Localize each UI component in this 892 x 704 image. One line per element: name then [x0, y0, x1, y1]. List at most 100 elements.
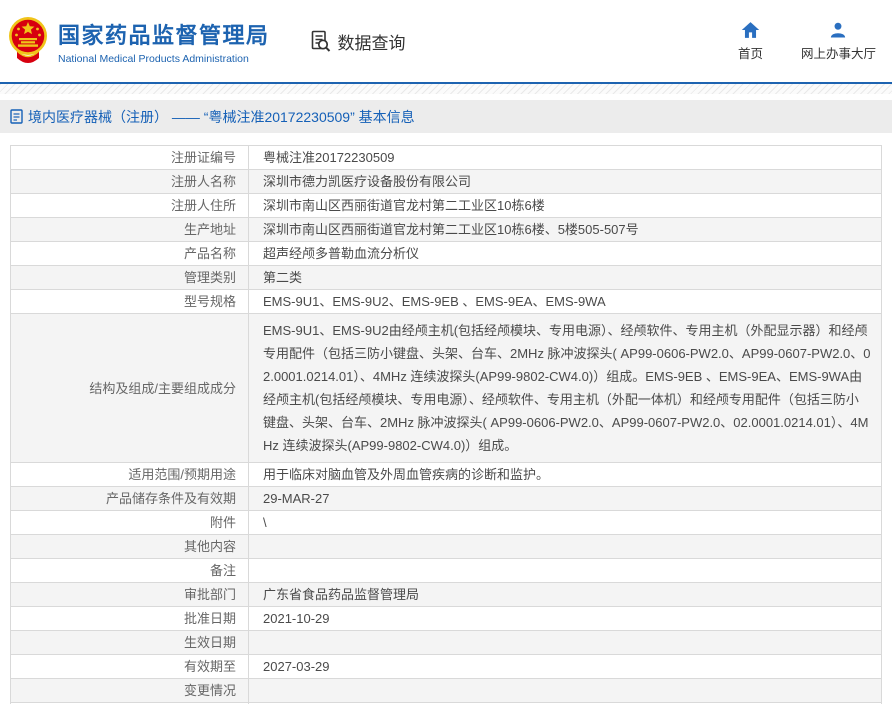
- table-row: 其他内容: [10, 534, 882, 559]
- breadcrumb-band: 境内医疗器械（注册） —— “粤械注准20172230509” 基本信息: [0, 100, 892, 133]
- row-value-text: 29-MAR-27: [263, 491, 330, 506]
- row-value: \: [248, 510, 882, 535]
- row-label-text: 管理类别: [183, 270, 236, 285]
- row-value-text: 粤械注准20172230509: [263, 150, 395, 165]
- row-label-text: 型号规格: [183, 294, 236, 309]
- row-label-text: 有效期至: [183, 659, 236, 674]
- row-label: 有效期至: [10, 654, 249, 679]
- table-row: 型号规格 EMS-9U1、EMS-9U2、EMS-9EB 、EMS-9EA、EMS…: [10, 289, 882, 314]
- row-label-text: 批准日期: [183, 611, 236, 626]
- table-row: 适用范围/预期用途 用于临床对脑血管及外周血管疾病的诊断和监护。: [10, 462, 882, 487]
- org-names: 国家药品监督管理局 National Medical Products Admi…: [58, 18, 270, 65]
- national-emblem-logo: [9, 17, 47, 63]
- row-value-text: EMS-9U1、EMS-9U2由经颅主机(包括经颅模块、专用电源）、经颅软件、专…: [263, 323, 871, 453]
- data-query-label: 数据查询: [337, 33, 406, 53]
- row-label: 注册人名称: [10, 169, 249, 194]
- row-label: 产品名称: [10, 241, 249, 266]
- row-value-text: 深圳市德力凯医疗设备股份有限公司: [263, 174, 472, 189]
- table-row: 结构及组成/主要组成成分 EMS-9U1、EMS-9U2由经颅主机(包括经颅模块、…: [10, 313, 882, 463]
- row-value-text: EMS-9U1、EMS-9U2、EMS-9EB 、EMS-9EA、EMS-9WA: [263, 294, 606, 309]
- table-row: 管理类别 第二类: [10, 265, 882, 290]
- row-value: 超声经颅多普勒血流分析仪: [248, 241, 882, 266]
- row-label: 结构及组成/主要组成成分: [10, 313, 249, 463]
- row-label-text: 产品储存条件及有效期: [105, 491, 236, 506]
- row-value-text: 2027-03-29: [263, 659, 330, 674]
- data-query-entry[interactable]: 数据查询: [308, 29, 406, 54]
- row-label-text: 审批部门: [183, 587, 236, 602]
- row-value: 2027-03-29: [248, 654, 882, 679]
- row-label-text: 附件: [209, 515, 236, 530]
- row-value: 29-MAR-27: [248, 486, 882, 511]
- row-label: 型号规格: [10, 289, 249, 314]
- document-icon: [10, 109, 23, 124]
- row-value: EMS-9U1、EMS-9U2由经颅主机(包括经颅模块、专用电源）、经颅软件、专…: [248, 313, 882, 463]
- row-value: 深圳市南山区西丽街道官龙村第二工业区10栋6楼: [248, 193, 882, 218]
- row-value: 用于临床对脑血管及外周血管疾病的诊断和监护。: [248, 462, 882, 487]
- row-label-text: 生产地址: [183, 222, 236, 237]
- row-label: 批准日期: [10, 606, 249, 631]
- row-value-text: 超声经颅多普勒血流分析仪: [263, 246, 420, 261]
- table-row: 注册人住所 深圳市南山区西丽街道官龙村第二工业区10栋6楼: [10, 193, 882, 218]
- row-label: 变更情况: [10, 678, 249, 703]
- user-icon: [831, 22, 846, 37]
- row-value: 深圳市南山区西丽街道官龙村第二工业区10栋6楼、5楼505-507号: [248, 217, 882, 242]
- row-label-text: 其他内容: [183, 539, 236, 554]
- nav-label: 首页: [737, 46, 763, 61]
- row-label: 适用范围/预期用途: [10, 462, 249, 487]
- row-label-text: 注册人名称: [170, 174, 236, 189]
- table-row: 附件 \: [10, 510, 882, 535]
- row-value: EMS-9U1、EMS-9U2、EMS-9EB 、EMS-9EA、EMS-9WA: [248, 289, 882, 314]
- row-label: 备注: [10, 558, 249, 583]
- home-icon: [741, 21, 760, 38]
- row-value: [248, 534, 882, 559]
- table-row: 审批部门 广东省食品药品监督管理局: [10, 582, 882, 607]
- row-value-text: 2021-10-29: [263, 611, 330, 626]
- row-value-text: 第二类: [263, 270, 303, 285]
- header-nav: 首页 网上办事大厅: [738, 21, 876, 62]
- table-row: 有效期至 2027-03-29: [10, 654, 882, 679]
- table-row: 产品名称 超声经颅多普勒血流分析仪: [10, 241, 882, 266]
- row-value: 粤械注准20172230509: [248, 145, 882, 170]
- row-label: 管理类别: [10, 265, 249, 290]
- row-label-text: 注册证编号: [170, 150, 236, 165]
- row-label: 其他内容: [10, 534, 249, 559]
- registration-info-table: 注册证编号 粤械注准20172230509 注册人名称 深圳市德力凯医疗设备股份有限公…: [10, 145, 882, 704]
- row-value: [248, 630, 882, 655]
- page-title: 境内医疗器械（注册） —— “粤械注准20172230509” 基本信息: [28, 108, 415, 125]
- row-value-text: 深圳市南山区西丽街道官龙村第二工业区10栋6楼: [263, 198, 545, 213]
- nav-item-home[interactable]: 首页: [738, 21, 763, 62]
- nav-item-service-hall[interactable]: 网上办事大厅: [801, 21, 876, 62]
- row-value: 广东省食品药品监督管理局: [248, 582, 882, 607]
- org-name-cn: 国家药品监督管理局: [58, 22, 270, 48]
- table-row: 注册证编号 粤械注准20172230509: [10, 145, 882, 170]
- row-label-text: 产品名称: [183, 246, 236, 261]
- row-value-text: 用于临床对脑血管及外周血管疾病的诊断和监护。: [263, 467, 550, 482]
- row-label: 生产地址: [10, 217, 249, 242]
- row-label: 产品储存条件及有效期: [10, 486, 249, 511]
- nav-label: 网上办事大厅: [800, 46, 876, 61]
- table-row: 注册人名称 深圳市德力凯医疗设备股份有限公司: [10, 169, 882, 194]
- row-label: 注册证编号: [10, 145, 249, 170]
- row-label-text: 备注: [209, 563, 236, 578]
- table-row: 变更情况: [10, 678, 882, 703]
- row-label: 注册人住所: [10, 193, 249, 218]
- site-header: 国家药品监督管理局 National Medical Products Admi…: [0, 0, 892, 82]
- row-label-text: 适用范围/预期用途: [128, 467, 236, 482]
- row-value: 2021-10-29: [248, 606, 882, 631]
- table-row: 生产地址 深圳市南山区西丽街道官龙村第二工业区10栋6楼、5楼505-507号: [10, 217, 882, 242]
- row-value-text: \: [263, 515, 267, 530]
- row-value: 深圳市德力凯医疗设备股份有限公司: [248, 169, 882, 194]
- row-value-text: 深圳市南山区西丽街道官龙村第二工业区10栋6楼、5楼505-507号: [263, 222, 639, 237]
- row-value: [248, 678, 882, 703]
- table-row: 产品储存条件及有效期 29-MAR-27: [10, 486, 882, 511]
- row-label-text: 注册人住所: [170, 198, 236, 213]
- row-value: 第二类: [248, 265, 882, 290]
- row-label-text: 变更情况: [183, 683, 236, 698]
- info-table-body: 注册证编号 粤械注准20172230509 注册人名称 深圳市德力凯医疗设备股份有限公…: [10, 145, 882, 704]
- hatch-band: [0, 84, 892, 94]
- row-label: 审批部门: [10, 582, 249, 607]
- row-label-text: 结构及组成/主要组成成分: [89, 380, 236, 396]
- doc-search-icon: [311, 30, 330, 52]
- row-label-text: 生效日期: [183, 635, 236, 650]
- org-name-en: National Medical Products Administration: [58, 52, 249, 65]
